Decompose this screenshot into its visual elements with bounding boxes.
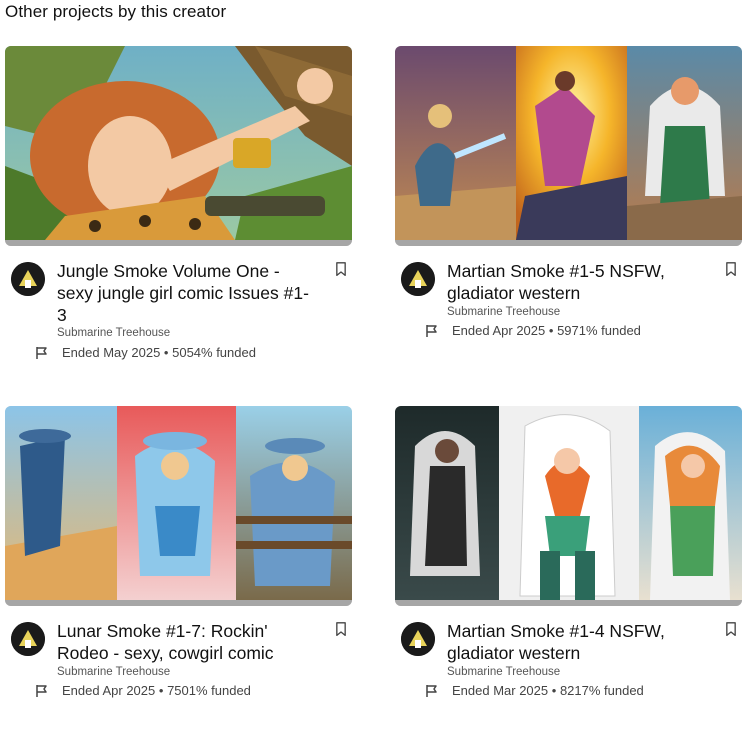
funded-percent: 8217% funded	[559, 683, 644, 698]
creator-logo-icon	[11, 262, 45, 296]
bookmark-icon	[336, 622, 346, 636]
creator-avatar[interactable]	[11, 622, 45, 656]
bookmark-button[interactable]	[720, 262, 742, 284]
flag-icon	[36, 346, 47, 359]
hooded-women-triptych-illustration	[395, 406, 742, 600]
creator-logo-icon	[11, 622, 45, 656]
project-title[interactable]: Jungle Smoke Volume One - sexy jungle gi…	[57, 260, 317, 326]
cowgirl-triptych-illustration	[5, 406, 352, 600]
ended-date: Ended May 2025	[62, 345, 161, 360]
creator-name[interactable]: Submarine Treehouse	[57, 327, 170, 339]
flag-icon	[36, 684, 47, 697]
ended-date: Ended Mar 2025	[452, 683, 549, 698]
project-title[interactable]: Lunar Smoke #1-7: Rockin' Rodeo - sexy, …	[57, 620, 317, 664]
bookmark-button[interactable]	[720, 622, 742, 644]
project-image[interactable]	[5, 406, 352, 606]
project-status: Ended Mar 2025 • 8217% funded	[425, 683, 644, 698]
creator-logo-icon	[401, 262, 435, 296]
separator: •	[163, 345, 169, 360]
project-card[interactable]: Lunar Smoke #1-7: Rockin' Rodeo - sexy, …	[5, 406, 352, 732]
flag-icon	[426, 684, 437, 697]
progress-bar	[395, 600, 742, 606]
separator: •	[548, 323, 554, 338]
progress-bar	[395, 240, 742, 246]
creator-avatar[interactable]	[401, 262, 435, 296]
bookmark-icon	[726, 262, 736, 276]
project-status: Ended Apr 2025 • 5971% funded	[425, 323, 641, 338]
separator: •	[551, 683, 557, 698]
project-card[interactable]: Jungle Smoke Volume One - sexy jungle gi…	[5, 46, 352, 372]
bookmark-button[interactable]	[330, 622, 352, 644]
creator-name[interactable]: Submarine Treehouse	[447, 306, 560, 318]
progress-fill	[395, 600, 742, 606]
project-card[interactable]: Martian Smoke #1-4 NSFW, gladiator weste…	[395, 406, 742, 732]
project-status: Ended Apr 2025 • 7501% funded	[35, 683, 251, 698]
section-title: Other projects by this creator	[5, 2, 227, 21]
funded-percent: 5054% funded	[172, 345, 256, 360]
funded-percent: 7501% funded	[167, 683, 251, 698]
progress-bar	[5, 240, 352, 246]
ended-date: Ended Apr 2025	[62, 683, 156, 698]
jungle-girl-illustration	[5, 46, 352, 240]
bookmark-icon	[336, 262, 346, 276]
creator-name[interactable]: Submarine Treehouse	[447, 666, 560, 678]
project-title[interactable]: Martian Smoke #1-4 NSFW, gladiator weste…	[447, 620, 707, 664]
creator-logo-icon	[401, 622, 435, 656]
project-image[interactable]	[5, 46, 352, 246]
martian-triptych-illustration	[395, 46, 742, 240]
progress-fill	[5, 240, 352, 246]
flag-icon	[426, 324, 437, 337]
progress-fill	[5, 600, 352, 606]
creator-avatar[interactable]	[401, 622, 435, 656]
project-title[interactable]: Martian Smoke #1-5 NSFW, gladiator weste…	[447, 260, 707, 304]
creator-avatar[interactable]	[11, 262, 45, 296]
project-image[interactable]	[395, 46, 742, 246]
progress-fill	[395, 240, 742, 246]
funded-percent: 5971% funded	[557, 323, 641, 338]
progress-bar	[5, 600, 352, 606]
bookmark-button[interactable]	[330, 262, 352, 284]
creator-name[interactable]: Submarine Treehouse	[57, 666, 170, 678]
project-card[interactable]: Martian Smoke #1-5 NSFW, gladiator weste…	[395, 46, 742, 372]
project-image[interactable]	[395, 406, 742, 606]
ended-date: Ended Apr 2025	[452, 323, 546, 338]
bookmark-icon	[726, 622, 736, 636]
project-status: Ended May 2025 • 5054% funded	[35, 345, 256, 360]
separator: •	[158, 683, 164, 698]
